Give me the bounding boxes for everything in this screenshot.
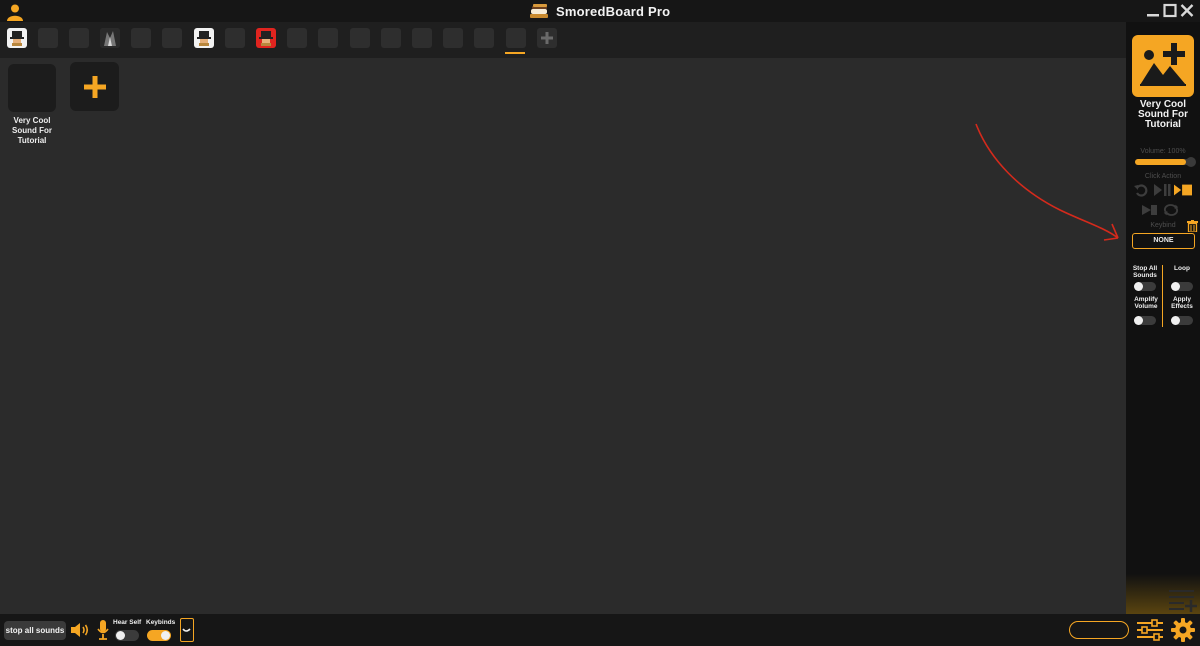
- board-tab[interactable]: [100, 28, 120, 48]
- sound-settings-panel: Very Cool Sound For Tutorial Volume: 100…: [1126, 22, 1200, 614]
- settings-gear-icon[interactable]: [1171, 618, 1195, 642]
- hat-avatar-icon: [194, 28, 214, 48]
- add-sound-button[interactable]: [70, 62, 119, 111]
- board-tab[interactable]: [381, 28, 401, 48]
- board-tab-strip: [0, 22, 1126, 58]
- app-title: SmoredBoard Pro: [528, 2, 670, 20]
- hear-self-toggle[interactable]: [115, 630, 139, 641]
- restart-action-button[interactable]: [1132, 182, 1150, 198]
- restart-icon: [1134, 184, 1148, 197]
- board-tab[interactable]: [412, 28, 432, 48]
- keybind-button[interactable]: NONE: [1132, 233, 1195, 249]
- click-action-row-2: [1141, 202, 1180, 218]
- board-tab[interactable]: [7, 28, 27, 48]
- maximize-icon[interactable]: [1163, 3, 1177, 18]
- volume-fill: [1135, 159, 1186, 165]
- volume-label: Volume: 100%: [1140, 148, 1186, 155]
- board-tab[interactable]: [194, 28, 214, 48]
- loop-icon: [1163, 204, 1179, 216]
- click-action-label: Click Action: [1144, 173, 1182, 180]
- amplify-volume-toggle[interactable]: [1134, 316, 1156, 325]
- play-stop-icon: [1174, 184, 1192, 196]
- board-tab[interactable]: [350, 28, 370, 48]
- speaker-icon[interactable]: [70, 622, 90, 638]
- board-tab[interactable]: [38, 28, 58, 48]
- microphone-icon[interactable]: [97, 620, 109, 640]
- loop-label: Loop: [1174, 265, 1190, 272]
- sound-tile[interactable]: [8, 64, 56, 112]
- board-tab[interactable]: [474, 28, 494, 48]
- board-tab[interactable]: [318, 28, 338, 48]
- sound-title: Very Cool Sound For Tutorial: [1138, 99, 1188, 130]
- board-tab[interactable]: [131, 28, 151, 48]
- loop-toggle[interactable]: [1171, 282, 1193, 291]
- close-icon[interactable]: [1180, 3, 1194, 18]
- add-image-icon: [1140, 43, 1186, 86]
- loop-action-button[interactable]: [1162, 202, 1180, 218]
- minimize-icon[interactable]: [1146, 3, 1160, 18]
- smore-logo-icon: [530, 4, 548, 18]
- play-pause-icon: [1154, 184, 1171, 196]
- add-to-list-icon[interactable]: [1168, 588, 1198, 612]
- stop-all-sounds-button[interactable]: stop all sounds: [4, 621, 66, 640]
- dark-figure-icon: [100, 28, 120, 48]
- volume-slider[interactable]: [1135, 157, 1196, 167]
- volume-handle[interactable]: [1186, 157, 1196, 167]
- play-stop-action-button[interactable]: [1174, 182, 1192, 198]
- board-tab[interactable]: [443, 28, 463, 48]
- sound-tile-label: Very Cool Sound For Tutorial: [12, 116, 52, 145]
- window-controls: [1146, 3, 1194, 18]
- plus-icon: [541, 32, 553, 44]
- board-tab[interactable]: [162, 28, 182, 48]
- bottom-bar: stop all sounds Hear Self Keybinds: [0, 614, 1200, 646]
- board-tab[interactable]: [287, 28, 307, 48]
- title-bar: SmoredBoard Pro: [0, 0, 1200, 22]
- click-action-row: [1132, 182, 1192, 198]
- hear-self-label: Hear Self: [113, 619, 142, 626]
- board-tab-active[interactable]: [505, 28, 526, 54]
- amplify-volume-label: Amplify Volume: [1134, 296, 1158, 310]
- play-pause-action-button[interactable]: [1153, 182, 1171, 198]
- apply-effects-label: Apply Effects: [1171, 296, 1193, 310]
- options-divider: [1162, 265, 1163, 327]
- app-title-text: SmoredBoard Pro: [556, 3, 671, 19]
- phone-icon: [182, 628, 191, 632]
- phone-remote-button[interactable]: [180, 618, 194, 642]
- user-icon[interactable]: [6, 3, 24, 21]
- trash-icon[interactable]: [1187, 220, 1198, 232]
- board-tab[interactable]: [225, 28, 245, 48]
- play-overlap-icon: [1142, 205, 1157, 215]
- play-overlap-action-button[interactable]: [1141, 202, 1159, 218]
- stop-all-sounds-label: Stop All Sounds: [1132, 265, 1158, 279]
- add-tab-button[interactable]: [537, 28, 557, 48]
- apply-effects-toggle[interactable]: [1171, 316, 1193, 325]
- sound-image-button[interactable]: [1132, 35, 1194, 97]
- board-tab[interactable]: [69, 28, 89, 48]
- plus-icon: [83, 75, 106, 98]
- mixer-sliders-icon[interactable]: [1136, 619, 1164, 641]
- hat-avatar-icon: [7, 28, 27, 48]
- app-window: SmoredBoard Pro Very Cool Sound For Tuto…: [0, 0, 1200, 646]
- stop-all-sounds-toggle[interactable]: [1134, 282, 1156, 291]
- keybinds-label: Keybinds: [146, 619, 176, 626]
- keybinds-toggle[interactable]: [147, 630, 171, 641]
- search-input[interactable]: [1069, 621, 1129, 639]
- red-hat-avatar-icon: [256, 28, 276, 48]
- board-tab[interactable]: [256, 28, 276, 48]
- sound-board: Very Cool Sound For Tutorial: [0, 58, 1126, 614]
